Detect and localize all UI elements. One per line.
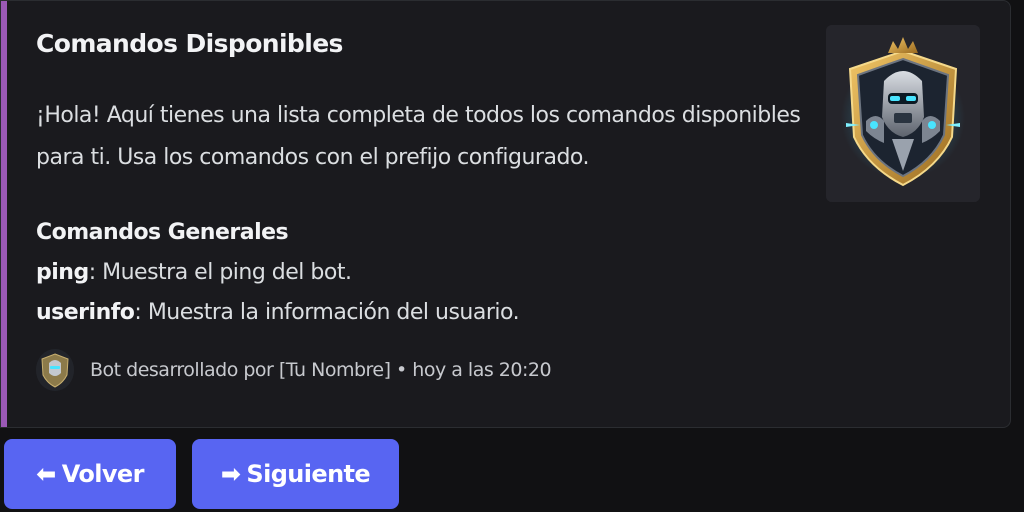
embed-field-general-commands: Comandos Generales ping: Muestra el ping… (36, 213, 520, 333)
left-arrow-icon: ⬅ (36, 460, 56, 488)
embed-thumbnail[interactable] (826, 25, 980, 202)
command-name: ping (36, 260, 89, 285)
help-embed: Comandos Disponibles ¡Hola! Aquí tienes … (0, 0, 1011, 428)
command-description: : Muestra la información del usuario. (134, 300, 520, 325)
command-description: : Muestra el ping del bot. (88, 260, 352, 285)
back-button[interactable]: ⬅ Volver (4, 439, 176, 509)
right-arrow-icon: ➡ (220, 460, 241, 488)
robot-shield-logo (826, 25, 980, 202)
command-row-userinfo: userinfo: Muestra la información del usu… (36, 293, 520, 333)
command-name: userinfo (36, 300, 135, 325)
embed-title: Comandos Disponibles (36, 29, 343, 58)
back-button-label: Volver (61, 460, 145, 488)
embed-description: ¡Hola! Aquí tienes una lista completa de… (36, 103, 801, 170)
field-name: Comandos Generales (36, 220, 289, 245)
footer-text: Bot desarrollado por [Tu Nombre] • hoy a… (90, 359, 552, 381)
robot-avatar-icon (36, 349, 74, 391)
next-button-label: Siguiente (246, 460, 371, 488)
embed-footer: Bot desarrollado por [Tu Nombre] • hoy a… (36, 349, 552, 391)
command-row-ping: ping: Muestra el ping del bot. (36, 253, 519, 293)
embed-accent-bar (1, 1, 7, 427)
next-button[interactable]: ➡ Siguiente (192, 439, 399, 509)
